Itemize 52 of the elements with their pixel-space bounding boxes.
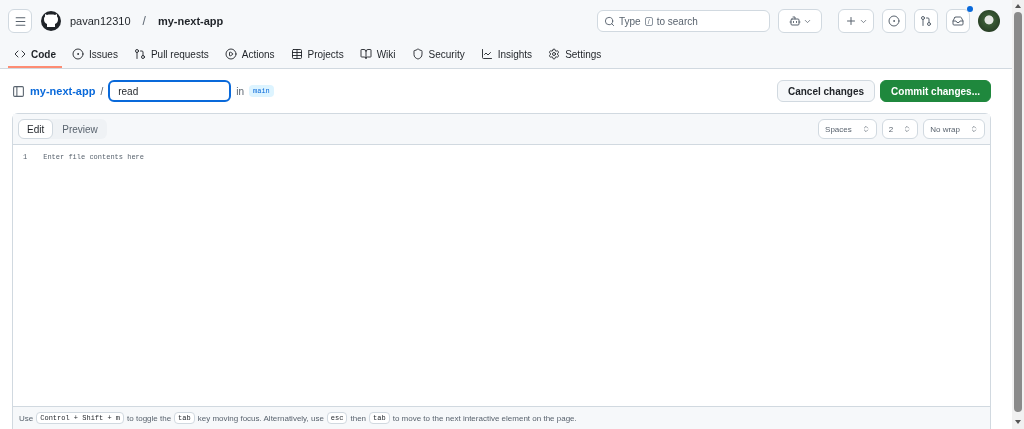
issue-icon — [888, 15, 900, 27]
indent-size-select[interactable]: 2 — [881, 119, 919, 139]
indent-mode-select[interactable]: Spaces — [818, 119, 877, 139]
repo-link[interactable]: my-next-app — [30, 85, 96, 97]
settings-icon — [548, 48, 561, 60]
nav-tab[interactable]: Insights — [474, 42, 539, 68]
nav-tab[interactable]: Projects — [284, 42, 350, 68]
sidebar-toggle-icon[interactable] — [12, 84, 25, 98]
inbox-icon — [952, 15, 964, 27]
logo-icon[interactable] — [40, 10, 62, 32]
nav-tab[interactable]: Issues — [66, 42, 124, 68]
filename-field[interactable]: read — [108, 80, 232, 102]
owner-link[interactable]: pavan12310 — [70, 15, 131, 27]
nav-tab[interactable]: Settings — [542, 42, 608, 68]
nav-tab[interactable]: Code — [8, 42, 62, 68]
nav-tab[interactable]: Security — [405, 42, 471, 68]
scrollbar-drawing[interactable] — [1012, 0, 1024, 429]
avatar[interactable] — [978, 10, 1000, 32]
pull-request-icon — [133, 48, 146, 60]
create-button[interactable] — [838, 9, 874, 33]
repo-link[interactable]: my-next-app — [157, 15, 224, 27]
plus-icon — [844, 15, 857, 27]
sort-arrows-icon — [903, 125, 912, 133]
code-icon — [14, 48, 26, 60]
search-icon — [604, 15, 615, 27]
menu-icon — [13, 14, 27, 28]
mode-tab[interactable]: Preview — [53, 119, 107, 139]
pull-requests-button[interactable] — [914, 9, 938, 33]
shield-icon — [411, 48, 424, 60]
cancel-button[interactable]: Cancel changes — [776, 80, 876, 102]
inbox-button[interactable] — [946, 9, 970, 33]
pull-request-icon — [920, 15, 932, 27]
issue-icon — [72, 48, 84, 60]
nav-tab[interactable]: Pull requests — [127, 42, 215, 68]
path-separator: / — [142, 14, 146, 28]
mode-tab[interactable]: Edit — [18, 119, 54, 139]
commit-button[interactable]: Commit changes... — [880, 80, 991, 102]
copilot-button[interactable] — [778, 9, 822, 33]
sort-arrows-icon — [861, 125, 870, 133]
menu-button[interactable] — [8, 9, 32, 33]
nav-tab[interactable]: Wiki — [353, 42, 402, 68]
table-icon — [290, 48, 303, 60]
nav-tab[interactable]: Actions — [218, 42, 281, 68]
robot-icon — [788, 15, 801, 27]
graph-icon — [480, 48, 493, 60]
path-separator: / — [100, 85, 104, 97]
issues-button[interactable] — [882, 9, 906, 33]
book-icon — [359, 48, 372, 60]
in-label: in — [236, 85, 244, 97]
sort-arrows-icon — [970, 125, 978, 133]
wrap-mode-select[interactable]: No wrap — [923, 119, 985, 139]
play-icon — [224, 48, 237, 60]
